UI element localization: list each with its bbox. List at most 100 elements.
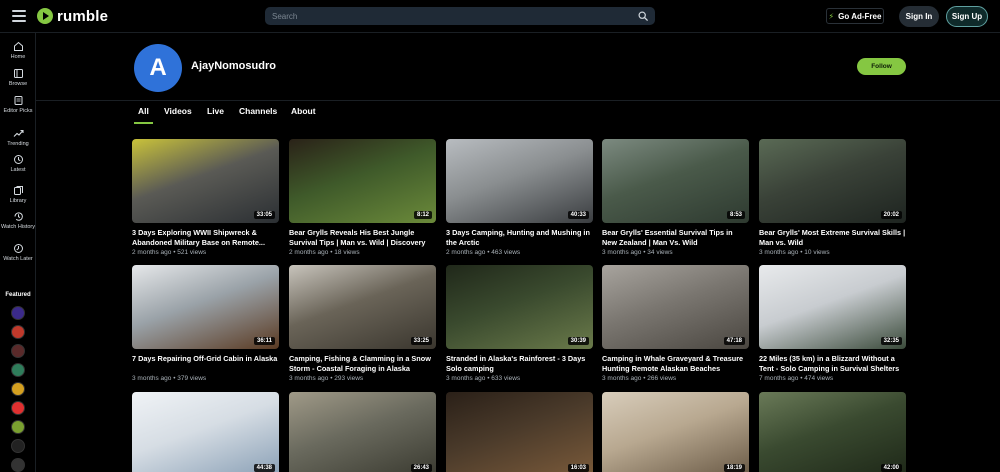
video-duration: 32:35 [880, 337, 902, 345]
sidebar-item-latest[interactable]: Latest [0, 154, 36, 174]
video-thumbnail[interactable]: 8:53 [602, 139, 749, 223]
video-duration: 16:03 [567, 464, 589, 472]
video-thumbnail[interactable]: 44:38 [132, 392, 279, 472]
video-thumbnail[interactable]: 47:18 [602, 265, 749, 349]
tab-videos[interactable]: Videos [164, 106, 192, 116]
video-title[interactable]: Camping in Whale Graveyard & Treasure Hu… [602, 354, 749, 373]
video-age: 2 months ago [446, 249, 486, 256]
latest-icon [13, 155, 23, 164]
channel-name[interactable]: AjayNomosudro [191, 60, 276, 72]
search-input[interactable] [265, 7, 630, 25]
tab-all[interactable]: All [134, 106, 153, 124]
go-ad-free-button[interactable]: ⚡ Go Ad-Free [826, 8, 884, 24]
video-views: 266 views [647, 375, 677, 382]
video-thumbnail[interactable]: 8:12 [289, 139, 436, 223]
sidebar-item-browse[interactable]: Browse [0, 68, 36, 88]
sidebar-item-label: Editor Picks [3, 108, 33, 114]
featured-channel-avatar[interactable] [11, 325, 25, 339]
featured-channel-avatar[interactable] [11, 420, 25, 434]
search-icon[interactable] [638, 11, 648, 21]
video-title[interactable]: 3 Days Exploring WWII Shipwreck & Abando… [132, 228, 279, 247]
video-thumbnail[interactable]: 16:03 [446, 392, 593, 472]
video-card[interactable]: 40:33 3 Days Camping, Hunting and Mushing… [446, 139, 593, 256]
video-card[interactable]: 33:05 3 Days Exploring WWII Shipwreck & A… [132, 139, 279, 256]
sidebar-item-editor-picks[interactable]: Editor Picks [0, 95, 36, 115]
video-card[interactable]: 8:53 Bear Grylls' Essential Survival Tips… [602, 139, 749, 256]
video-meta: 3 months ago • 10 views [759, 249, 906, 256]
video-views: 463 views [491, 249, 521, 256]
video-title[interactable]: 22 Miles (35 km) in a Blizzard Without a… [759, 354, 906, 373]
video-age: 2 months ago [289, 249, 329, 256]
video-thumbnail[interactable]: 26:43 [289, 392, 436, 472]
video-duration: 26:43 [410, 464, 432, 472]
featured-channel-avatar[interactable] [11, 344, 25, 358]
video-thumbnail[interactable]: 36:11 [132, 265, 279, 349]
featured-channel-avatar[interactable] [11, 306, 25, 320]
video-title[interactable]: Camping, Fishing & Clamming in a Snow St… [289, 354, 436, 373]
tab-channels[interactable]: Channels [239, 106, 277, 116]
video-title[interactable]: Bear Grylls' Most Extreme Survival Skill… [759, 228, 906, 247]
video-views: 521 views [177, 249, 207, 256]
video-title[interactable]: Bear Grylls' Essential Survival Tips in … [602, 228, 749, 247]
sidebar-item-trending[interactable]: Trending [0, 128, 36, 148]
sidebar-item-home[interactable]: Home [0, 41, 36, 61]
featured-channel-avatar[interactable] [11, 458, 25, 472]
featured-channel-avatar[interactable] [11, 363, 25, 377]
video-card[interactable]: 47:18 Camping in Whale Graveyard & Treasu… [602, 265, 749, 382]
video-card[interactable]: 44:38 [132, 392, 279, 472]
video-card[interactable]: 8:12 Bear Grylls Reveals His Best Jungle … [289, 139, 436, 256]
video-thumbnail[interactable]: 33:25 [289, 265, 436, 349]
sign-in-button[interactable]: Sign In [899, 6, 939, 27]
video-thumbnail[interactable]: 42:00 [759, 392, 906, 472]
video-views: 10 views [804, 249, 830, 256]
video-meta: 3 months ago • 379 views [132, 375, 279, 382]
sidebar: Home Browse Editor Picks Trending Latest… [0, 33, 36, 472]
video-meta: 3 months ago • 293 views [289, 375, 436, 382]
featured-channel-avatar[interactable] [11, 439, 25, 453]
video-card[interactable]: 30:39 Stranded in Alaska's Rainforest - 3… [446, 265, 593, 382]
sidebar-item-library[interactable]: Library [0, 185, 36, 205]
search-bar[interactable] [265, 7, 655, 25]
video-views: 633 views [491, 375, 521, 382]
sidebar-item-watch-later[interactable]: Watch Later [0, 243, 36, 263]
video-title[interactable]: Stranded in Alaska's Rainforest - 3 Days… [446, 354, 593, 373]
video-duration: 8:53 [726, 211, 745, 219]
video-thumbnail[interactable]: 30:39 [446, 265, 593, 349]
library-icon [13, 186, 23, 195]
sign-up-button[interactable]: Sign Up [946, 6, 988, 27]
video-age: 3 months ago [446, 375, 486, 382]
featured-channel-avatar[interactable] [11, 401, 25, 415]
video-card[interactable]: 26:43 [289, 392, 436, 472]
video-thumbnail[interactable]: 32:35 [759, 265, 906, 349]
video-card[interactable]: 18:19 [602, 392, 749, 472]
video-thumbnail[interactable]: 33:05 [132, 139, 279, 223]
video-duration: 18:19 [723, 464, 745, 472]
video-card[interactable]: 20:02 Bear Grylls' Most Extreme Survival … [759, 139, 906, 256]
rumble-logo[interactable]: rumble [37, 7, 108, 25]
featured-channel-avatar[interactable] [11, 382, 25, 396]
tab-about[interactable]: About [291, 106, 316, 116]
video-card[interactable]: 42:00 [759, 392, 906, 472]
tab-live[interactable]: Live [207, 106, 224, 116]
sidebar-item-label: Trending [7, 141, 29, 147]
video-title[interactable]: 7 Days Repairing Off-Grid Cabin in Alask… [132, 354, 279, 373]
video-card[interactable]: 16:03 [446, 392, 593, 472]
video-thumbnail[interactable]: 40:33 [446, 139, 593, 223]
top-bar: rumble ⚡ Go Ad-Free Sign In Sign Up [0, 0, 1000, 33]
lightning-icon: ⚡ [828, 11, 835, 21]
video-duration: 47:18 [723, 337, 745, 345]
video-thumbnail[interactable]: 18:19 [602, 392, 749, 472]
browse-icon [13, 69, 23, 78]
video-thumbnail[interactable]: 20:02 [759, 139, 906, 223]
video-title[interactable]: 3 Days Camping, Hunting and Mushing in t… [446, 228, 593, 247]
video-meta: 7 months ago • 474 views [759, 375, 906, 382]
menu-icon[interactable] [12, 10, 26, 22]
video-title[interactable]: Bear Grylls Reveals His Best Jungle Surv… [289, 228, 436, 247]
follow-button[interactable]: Follow [857, 58, 906, 75]
video-card[interactable]: 32:35 22 Miles (35 km) in a Blizzard With… [759, 265, 906, 382]
sidebar-item-watch-history[interactable]: Watch History [0, 211, 36, 231]
video-card[interactable]: 36:11 7 Days Repairing Off-Grid Cabin in … [132, 265, 279, 382]
video-age: 3 months ago [602, 249, 642, 256]
channel-avatar[interactable]: A [134, 44, 182, 92]
video-card[interactable]: 33:25 Camping, Fishing & Clamming in a Sn… [289, 265, 436, 382]
